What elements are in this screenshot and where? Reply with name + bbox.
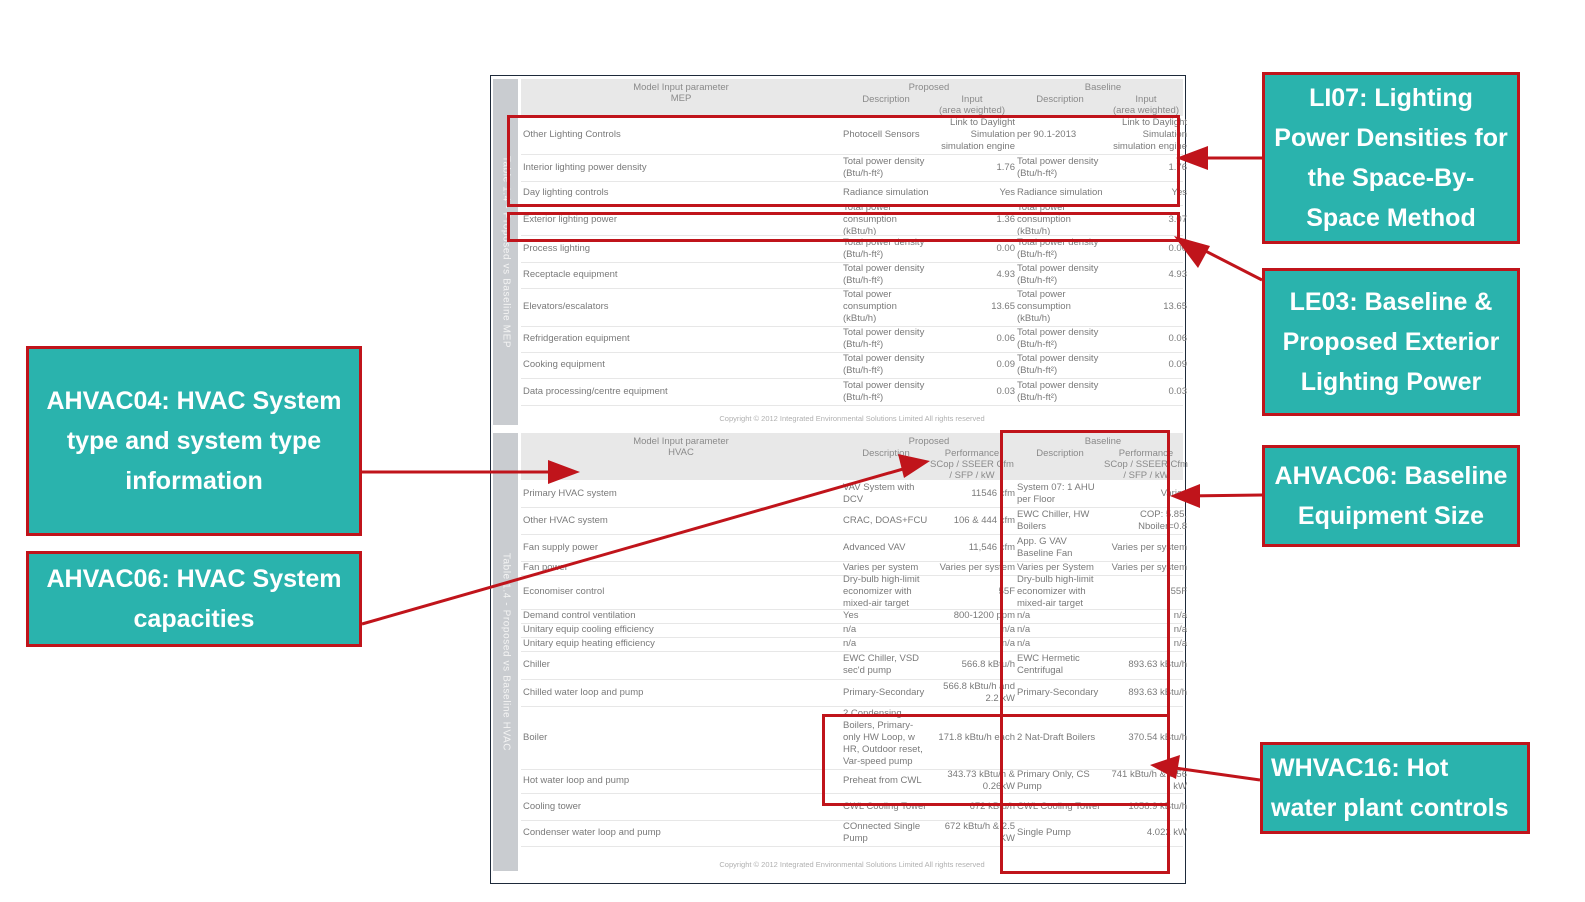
arrowhead-ahvac06-base	[1170, 484, 1200, 508]
arrowhead-whvac16	[1150, 755, 1180, 779]
callout-le03: LE03: Baseline & Proposed Exterior Light…	[1262, 268, 1520, 416]
arrowhead-ahvac06-cap	[898, 454, 930, 478]
callout-ahvac06-base: AHVAC06: Baseline Equipment Size	[1262, 445, 1520, 547]
arrow-ahvac06-cap	[361, 465, 911, 626]
callout-whvac16: WHVAC16: Hot water plant controls	[1260, 742, 1530, 834]
arrowhead-ahvac04	[548, 460, 580, 484]
callout-ahvac04: AHVAC04: HVAC System type and system typ…	[26, 346, 362, 536]
arrowhead-li07	[1176, 146, 1208, 170]
arrow-whvac16	[1167, 765, 1261, 782]
callout-ahvac06-cap: AHVAC06: HVAC System capacities	[26, 551, 362, 647]
arrowhead-le03	[1174, 236, 1210, 268]
callout-li07: LI07: Lighting Power Densities for the S…	[1262, 72, 1520, 244]
